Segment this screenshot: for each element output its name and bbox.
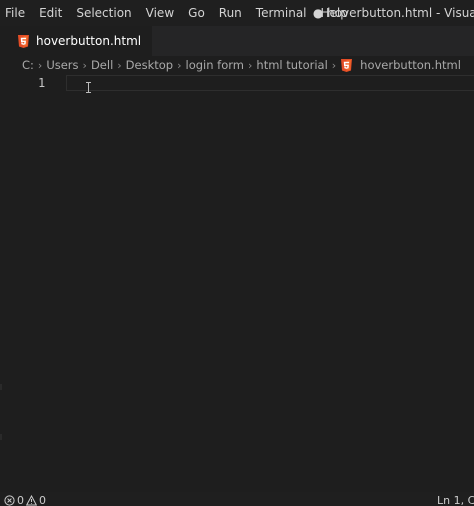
error-count: 0 (17, 494, 24, 506)
breadcrumb: C: › Users › Dell › Desktop › login form… (0, 56, 474, 74)
window-title: ● hoverbutton.html - Visual (312, 6, 474, 20)
breadcrumb-dell[interactable]: Dell (90, 58, 114, 72)
chevron-right-icon: › (331, 58, 337, 72)
breadcrumb-drive[interactable]: C: (0, 58, 35, 72)
chevron-right-icon: › (117, 58, 122, 72)
text-cursor-icon (86, 82, 91, 93)
menu-run[interactable]: Run (213, 0, 250, 26)
editor-gutter-edge (0, 74, 3, 492)
chevron-right-icon: › (177, 58, 182, 72)
cursor-position[interactable]: Ln 1, Co (437, 492, 474, 506)
breadcrumb-users[interactable]: Users (45, 58, 79, 72)
tab-label: hoverbutton.html (36, 34, 142, 48)
status-bar: 0 0 Ln 1, Co (0, 492, 474, 506)
tab-hoverbutton-html[interactable]: hoverbutton.html (0, 26, 152, 56)
html5-icon (341, 58, 353, 72)
menu-terminal[interactable]: Terminal (250, 0, 315, 26)
warning-icon (26, 495, 37, 506)
menu-bar: File Edit Selection View Go Run Terminal… (0, 0, 474, 26)
breadcrumb-login-form[interactable]: login form (185, 58, 245, 72)
menu-edit[interactable]: Edit (33, 0, 70, 26)
current-line-highlight[interactable] (66, 75, 474, 91)
error-icon (4, 495, 15, 506)
tab-bar: hoverbutton.html (0, 26, 474, 56)
vscode-window: File Edit Selection View Go Run Terminal… (0, 0, 474, 506)
breadcrumb-desktop[interactable]: Desktop (125, 58, 174, 72)
html5-icon (18, 34, 29, 48)
menu-go[interactable]: Go (182, 0, 213, 26)
code-editor[interactable]: 1 (0, 74, 474, 492)
menu-selection[interactable]: Selection (70, 0, 139, 26)
chevron-right-icon: › (82, 58, 87, 72)
chevron-right-icon: › (37, 58, 43, 72)
menu-file[interactable]: File (0, 0, 33, 26)
chevron-right-icon: › (248, 58, 253, 72)
warning-count: 0 (39, 494, 46, 506)
line-number: 1 (38, 76, 46, 90)
breadcrumb-html-tutorial[interactable]: html tutorial (255, 58, 328, 72)
problems-indicator[interactable]: 0 0 (4, 492, 46, 506)
menu-view[interactable]: View (140, 0, 182, 26)
breadcrumb-file[interactable]: hoverbutton.html (359, 58, 462, 72)
